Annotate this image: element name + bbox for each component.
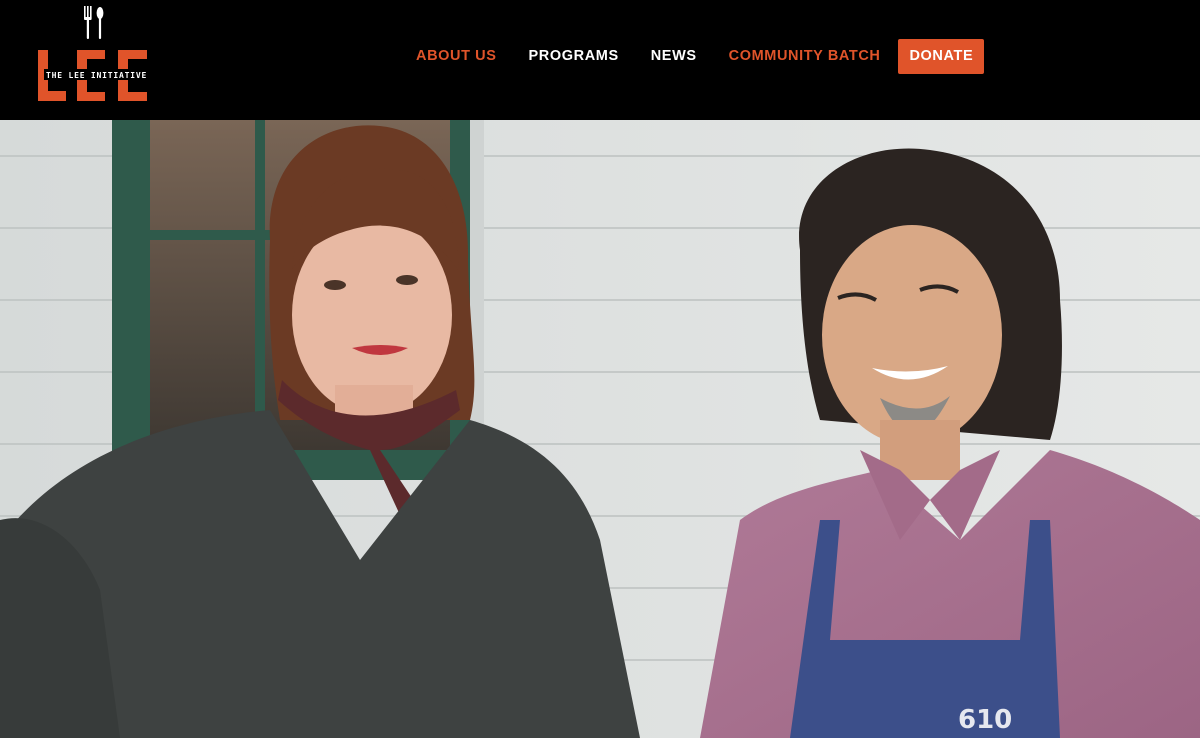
main-nav: ABOUT US PROGRAMS NEWS COMMUNITY BATCH D… (400, 38, 985, 74)
site-logo[interactable]: THE LEE INITIATIVE (36, 6, 152, 104)
nav-news[interactable]: NEWS (635, 38, 713, 74)
nav-community-batch[interactable]: COMMUNITY BATCH (713, 38, 897, 74)
site-header: THE LEE INITIATIVE ABOUT US PROGRAMS NEW… (0, 0, 1200, 120)
nav-about-us[interactable]: ABOUT US (400, 38, 513, 74)
nav-programs[interactable]: PROGRAMS (513, 38, 635, 74)
hero-photo: 610 (0, 120, 1200, 738)
hero-image: 610 (0, 120, 1200, 738)
lee-logo-graphic (38, 6, 147, 101)
logo-tagline: THE LEE INITIATIVE (46, 71, 148, 80)
apron-text: 610 (958, 705, 1012, 735)
donate-button[interactable]: DONATE (898, 38, 985, 74)
fork-and-spoon-icon (84, 6, 104, 39)
